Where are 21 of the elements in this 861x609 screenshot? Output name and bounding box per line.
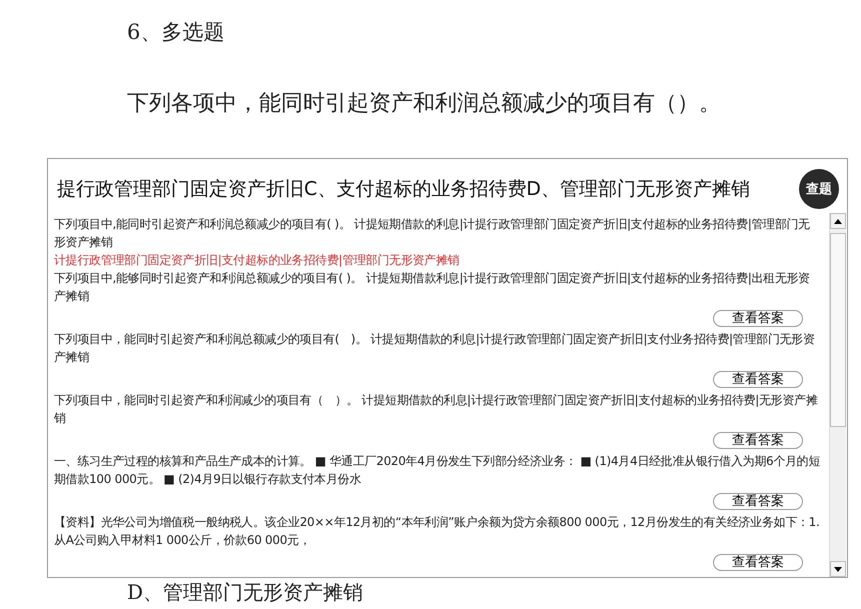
search-badge[interactable]: 查题 (799, 169, 839, 209)
result-text: 下列项目中，能同时引起资产和利润总额减少的项目有( )。 计提短期借款的利息|计提行政管理部门固定资产折旧|支付业务招待费|管理部门无形资产摊销 (54, 331, 816, 366)
view-answer-button[interactable]: 查看答案 (713, 493, 803, 510)
question-type-heading: 6、多选题 (127, 19, 224, 46)
result-text: 下列项目中,能同时引起资产和利润总额减少的项目有( )。 计提短期借款的利息|计提行政管理部门固定资产折旧|支付超标的业务招待费|管理部门无形资产摊销 (54, 216, 811, 251)
result-text: 一、练习生产过程的核算和产品生产成本的计算。 ■ 华通工厂2020年4月份发生下列部分经济业务： ■ (1)4月4日经批准从银行借入为期6个月的短期借款100 000元。 ■ (2)4月9日以银行存款支付本月份水 (54, 453, 821, 488)
result-text: 下列项目中,能够同时引起资产和利润总额减少的项目有( )。 计提短期借款利息|计提行政管理部门固定资产折旧|支付超标的业务招待费|出租无形资产摊销 (54, 270, 811, 305)
view-answer-button[interactable]: 查看答案 (713, 554, 803, 571)
question-text: 下列各项中，能同时引起资产和利润总额减少的项目有（）。 (127, 90, 721, 118)
answer-text: 计提行政管理部门固定资产折旧|支付超标的业务招待费|管理部门无形资产摊销 (54, 252, 460, 269)
option-text: D、管理部门无形资产摊销 (127, 580, 364, 604)
scrollbar[interactable] (829, 213, 846, 577)
result-text: 下列项目中，能同时引起资产和利润减少的项目有（ ）。 计提短期借款的利息|计提行政管理部门固定资产折旧|支付超标的业务招待费|无形资产摊销 (54, 392, 819, 427)
scroll-up-icon[interactable] (834, 218, 842, 224)
view-answer-button[interactable]: 查看答案 (713, 310, 803, 327)
popup-title: 提行政管理部门固定资产折旧C、支付超标的业务招待费D、管理部门无形资产摊销 (57, 177, 750, 202)
result-text: 【资料】光华公司为增值税一般纳税人。该企业20××年12月初的“本年利润”账户余额为贷方余额800 000元，12月份发生的有关经济业务如下：1. 从A公司购入甲材料1 000公斤，价款60 000元， (54, 514, 821, 549)
scroll-down-icon[interactable] (834, 566, 842, 572)
view-answer-button[interactable]: 查看答案 (713, 371, 803, 388)
scroll-thumb[interactable] (830, 233, 846, 427)
view-answer-button[interactable]: 查看答案 (713, 432, 803, 449)
